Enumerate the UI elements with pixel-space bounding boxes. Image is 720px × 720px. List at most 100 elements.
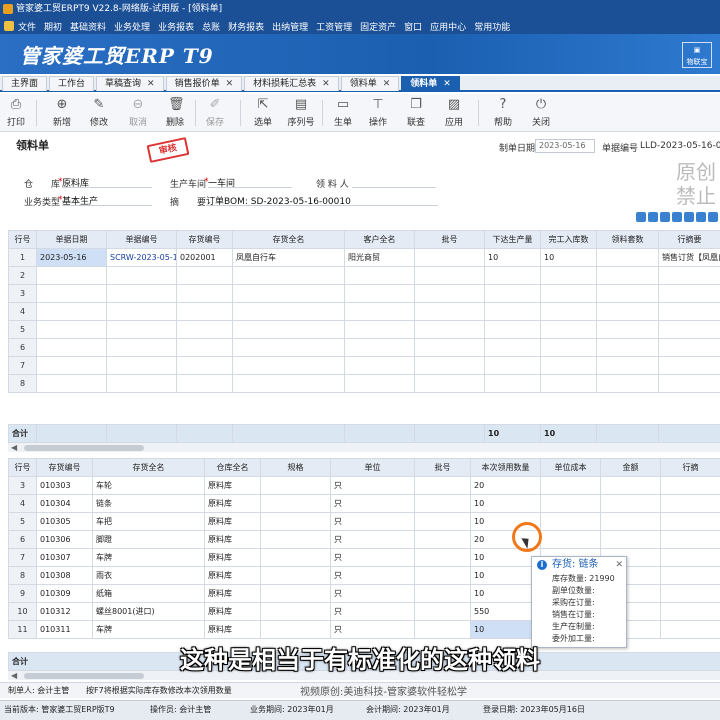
apply-button[interactable]: ▨ 应用 bbox=[436, 96, 472, 130]
warehouse-cell[interactable]: 原料库 bbox=[204, 566, 261, 585]
close-icon[interactable]: ✕ bbox=[383, 79, 391, 89]
item-code-cell[interactable]: 010306 bbox=[36, 530, 93, 549]
spec-cell[interactable] bbox=[260, 602, 331, 621]
warehouse-cell[interactable]: 原料库 bbox=[204, 530, 261, 549]
item-code-cell[interactable]: 010305 bbox=[36, 512, 93, 531]
batch-cell[interactable] bbox=[414, 566, 471, 585]
row-memo-cell[interactable] bbox=[660, 584, 720, 603]
unit-cell[interactable]: 只 bbox=[330, 512, 415, 531]
spec-cell[interactable] bbox=[260, 548, 331, 567]
delete-button[interactable]: 🗑 删除 bbox=[157, 96, 193, 130]
tab-home[interactable]: 主界面 bbox=[2, 76, 48, 91]
doc-no-cell[interactable] bbox=[106, 338, 177, 357]
menu-business[interactable]: 业务处理 bbox=[114, 20, 150, 33]
item-name-cell[interactable]: 链条 bbox=[92, 494, 205, 513]
completed-qty-cell[interactable] bbox=[540, 302, 597, 321]
sets-cell[interactable] bbox=[596, 284, 659, 303]
col-header[interactable]: 存货全名 bbox=[92, 458, 205, 477]
user-icon[interactable] bbox=[672, 212, 682, 222]
doc-date-cell[interactable] bbox=[36, 338, 107, 357]
filter-icon[interactable] bbox=[648, 212, 658, 222]
row-memo-cell[interactable]: 销售订货【凤凰自 bbox=[658, 248, 720, 267]
picking-qty-cell[interactable]: 10 bbox=[470, 620, 541, 639]
table-row[interactable]: 8 bbox=[8, 374, 720, 393]
item-name-cell[interactable]: 纸箱 bbox=[92, 584, 205, 603]
item-code-cell[interactable] bbox=[176, 266, 233, 285]
item-name-cell[interactable]: 凤凰自行车 bbox=[232, 248, 345, 267]
tab-material-loss[interactable]: 材料损耗汇总表 ✕ bbox=[244, 76, 339, 91]
iot-badge-button[interactable]: ▣ 物联宝 bbox=[682, 42, 712, 68]
spec-cell[interactable] bbox=[260, 584, 331, 603]
item-code-cell[interactable]: 010308 bbox=[36, 566, 93, 585]
doc-no-value[interactable]: LLD-2023-05-16-00007 bbox=[640, 141, 720, 151]
warehouse-cell[interactable]: 原料库 bbox=[204, 548, 261, 567]
close-icon[interactable]: ✕ bbox=[226, 79, 234, 89]
unit-cost-cell[interactable] bbox=[540, 476, 601, 495]
spec-cell[interactable] bbox=[260, 530, 331, 549]
col-header[interactable]: 行摘 bbox=[660, 458, 720, 477]
row-memo-cell[interactable] bbox=[660, 566, 720, 585]
completed-qty-cell[interactable] bbox=[540, 284, 597, 303]
col-header[interactable]: 完工入库数 bbox=[540, 230, 597, 249]
batch-cell[interactable] bbox=[414, 530, 471, 549]
unit-cell[interactable]: 只 bbox=[330, 620, 415, 639]
col-header[interactable]: 单据日期 bbox=[36, 230, 107, 249]
warehouse-cell[interactable]: 原料库 bbox=[204, 620, 261, 639]
warehouse-field[interactable]: 原料库 bbox=[62, 176, 152, 189]
sets-cell[interactable] bbox=[596, 374, 659, 393]
completed-qty-cell[interactable] bbox=[540, 266, 597, 285]
row-memo-cell[interactable] bbox=[658, 374, 720, 393]
close-button[interactable]: ⏻ 关闭 bbox=[523, 96, 559, 130]
doc-no-cell[interactable] bbox=[106, 374, 177, 393]
spec-cell[interactable] bbox=[260, 476, 331, 495]
grid-horizontal-scrollbar[interactable]: ◀ bbox=[8, 442, 720, 452]
item-code-cell[interactable] bbox=[176, 374, 233, 393]
scroll-left-icon[interactable]: ◀ bbox=[11, 443, 17, 452]
doc-date-cell[interactable] bbox=[36, 320, 107, 339]
item-name-cell[interactable]: 雨衣 bbox=[92, 566, 205, 585]
item-code-cell[interactable]: 010303 bbox=[36, 476, 93, 495]
picking-qty-cell[interactable]: 10 bbox=[470, 584, 541, 603]
batch-cell[interactable] bbox=[414, 494, 471, 513]
doc-no-cell[interactable] bbox=[106, 356, 177, 375]
unit-cell[interactable]: 只 bbox=[330, 548, 415, 567]
warehouse-cell[interactable]: 原料库 bbox=[204, 512, 261, 531]
generate-order-button[interactable]: ▭ 生单 bbox=[325, 96, 361, 130]
customer-cell[interactable]: 阳光商贸 bbox=[344, 248, 415, 267]
col-header[interactable]: 单据编号 bbox=[106, 230, 177, 249]
col-header[interactable]: 存货编号 bbox=[36, 458, 93, 477]
spec-cell[interactable] bbox=[260, 566, 331, 585]
sets-cell[interactable] bbox=[596, 356, 659, 375]
customer-cell[interactable] bbox=[344, 356, 415, 375]
picking-qty-cell[interactable]: 10 bbox=[470, 566, 541, 585]
item-code-cell[interactable]: 010307 bbox=[36, 548, 93, 567]
batch-cell[interactable] bbox=[414, 248, 485, 267]
unit-cost-cell[interactable] bbox=[540, 530, 601, 549]
planned-qty-cell[interactable] bbox=[484, 302, 541, 321]
item-name-cell[interactable]: 车轮 bbox=[92, 476, 205, 495]
row-memo-cell[interactable] bbox=[658, 266, 720, 285]
sets-cell[interactable] bbox=[596, 320, 659, 339]
row-memo-cell[interactable] bbox=[658, 302, 720, 321]
batch-cell[interactable] bbox=[414, 584, 471, 603]
linked-query-button[interactable]: ❐ 联查 bbox=[398, 96, 434, 130]
col-header[interactable]: 金额 bbox=[600, 458, 661, 477]
col-header[interactable]: 单位 bbox=[330, 458, 415, 477]
grid-icon[interactable] bbox=[636, 212, 646, 222]
menu-common[interactable]: 常用功能 bbox=[474, 20, 510, 33]
sets-cell[interactable] bbox=[596, 248, 659, 267]
menu-finance-report[interactable]: 财务报表 bbox=[228, 20, 264, 33]
menu-file[interactable]: 文件 bbox=[18, 20, 36, 33]
col-header[interactable]: 行摘要 bbox=[658, 230, 720, 249]
item-name-cell[interactable] bbox=[232, 356, 345, 375]
spec-cell[interactable] bbox=[260, 512, 331, 531]
item-code-cell[interactable]: 0202001 bbox=[176, 248, 233, 267]
doc-no-cell[interactable] bbox=[106, 284, 177, 303]
doc-no-cell[interactable] bbox=[106, 266, 177, 285]
item-code-cell[interactable]: 010304 bbox=[36, 494, 93, 513]
row-memo-cell[interactable] bbox=[660, 602, 720, 621]
print-preview-icon[interactable] bbox=[684, 212, 694, 222]
col-header[interactable]: 领料套数 bbox=[596, 230, 659, 249]
customer-cell[interactable] bbox=[344, 320, 415, 339]
doc-no-cell[interactable] bbox=[106, 320, 177, 339]
